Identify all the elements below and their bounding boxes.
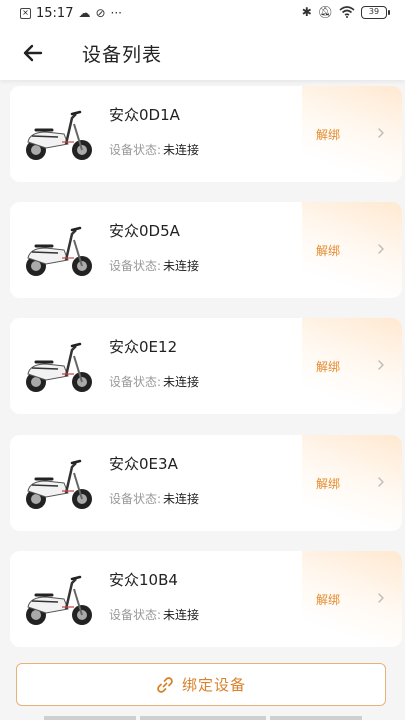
link-icon <box>157 676 173 693</box>
chevron-right-icon[interactable] <box>376 358 386 372</box>
device-status-label: 设备状态: <box>109 375 162 389</box>
device-status-label: 设备状态: <box>109 143 162 157</box>
device-card[interactable]: 安众10B4 设备状态: 未连接 解绑 <box>10 551 402 647</box>
bluetooth-icon: ✱ <box>301 5 312 19</box>
device-status: 设备状态: 未连接 <box>109 373 199 390</box>
device-status-value: 未连接 <box>163 259 200 273</box>
device-status-value: 未连接 <box>163 492 200 506</box>
arrow-left-icon[interactable] <box>20 40 46 66</box>
device-status: 设备状态: 未连接 <box>109 606 199 623</box>
device-status-label: 设备状态: <box>109 259 162 273</box>
unbind-button[interactable]: 解绑 <box>316 591 340 608</box>
chevron-right-icon[interactable] <box>376 242 386 256</box>
device-card[interactable]: 安众0E12 设备状态: 未连接 解绑 <box>10 318 402 414</box>
scooter-image <box>26 342 92 392</box>
chevron-right-icon[interactable] <box>376 591 386 605</box>
battery-indicator: 39 <box>361 5 390 19</box>
bind-device-label: 绑定设备 <box>181 676 246 694</box>
top-nav-bar: 设备列表 <box>0 26 405 80</box>
device-status-value: 未连接 <box>163 143 200 157</box>
nav-indicator-right <box>270 716 362 720</box>
device-card[interactable]: 安众0D5A 设备状态: 未连接 解绑 <box>10 202 402 298</box>
device-name: 安众0E12 <box>109 338 178 356</box>
status-time: 15:17 <box>36 5 74 21</box>
device-name: 安众0D5A <box>109 222 180 240</box>
notification-icon: × <box>20 7 31 19</box>
device-name: 安众0D1A <box>109 106 180 124</box>
device-name: 安众0E3A <box>109 455 178 473</box>
unbind-button[interactable]: 解绑 <box>316 475 340 492</box>
nav-indicator-left <box>44 716 136 720</box>
chevron-right-icon[interactable] <box>376 475 386 489</box>
device-card[interactable]: 安众0D1A 设备状态: 未连接 解绑 <box>10 86 402 182</box>
wifi-icon <box>339 6 355 18</box>
device-status-label: 设备状态: <box>109 492 162 506</box>
device-status-value: 未连接 <box>163 608 200 622</box>
device-status: 设备状态: 未连接 <box>109 490 199 507</box>
unbind-button[interactable]: 解绑 <box>316 242 340 259</box>
page-title: 设备列表 <box>82 44 163 66</box>
bind-device-button[interactable]: 绑定设备 <box>16 663 386 706</box>
more-notifications: ··· <box>110 6 122 20</box>
status-bar: × 15:17 ☁ ⊘ ··· ✱ 🔕︎ 39 <box>0 0 405 26</box>
device-status-label: 设备状态: <box>109 608 162 622</box>
sync-icon: ⊘ <box>95 6 106 20</box>
device-name: 安众10B4 <box>109 571 178 589</box>
device-status: 设备状态: 未连接 <box>109 257 199 274</box>
scooter-image <box>26 459 92 509</box>
chevron-right-icon[interactable] <box>376 126 386 140</box>
scooter-image <box>26 110 92 160</box>
device-status: 设备状态: 未连接 <box>109 141 199 158</box>
device-card[interactable]: 安众0E3A 设备状态: 未连接 解绑 <box>10 435 402 531</box>
unbind-button[interactable]: 解绑 <box>316 358 340 375</box>
nav-indicator-center <box>140 716 266 720</box>
scooter-image <box>26 575 92 625</box>
cloud-icon: ☁ <box>78 6 91 20</box>
device-status-value: 未连接 <box>163 375 200 389</box>
unbind-button[interactable]: 解绑 <box>316 126 340 143</box>
scooter-image <box>26 226 92 276</box>
mute-icon: 🔕︎ <box>317 5 333 19</box>
